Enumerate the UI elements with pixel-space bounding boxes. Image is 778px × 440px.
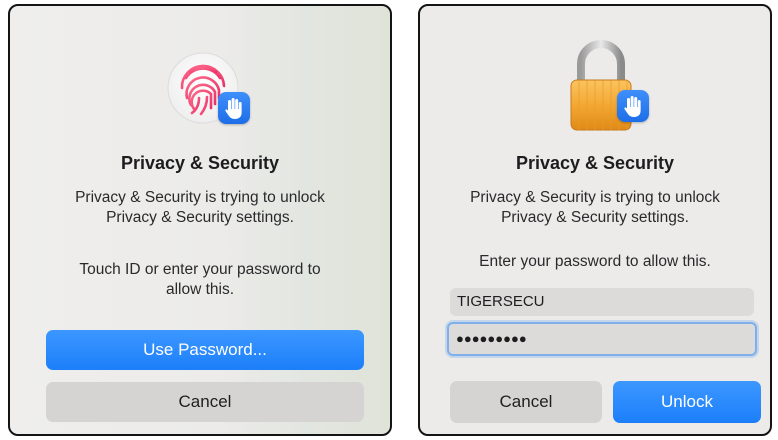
touch-id-dialog: Privacy & Security Privacy & Security is… <box>8 4 392 436</box>
username-field[interactable]: TIGERSECU <box>450 288 754 316</box>
message-line-1: Privacy & Security is trying to unlock <box>470 189 720 206</box>
dialog-title: Privacy & Security <box>515 153 675 173</box>
touch-id-prompt: Touch ID or enter your password to allow… <box>10 260 390 300</box>
password-field[interactable]: ●●●●●●●●● <box>447 322 757 356</box>
password-dialog: Privacy & Security Privacy & Security is… <box>418 4 772 436</box>
hand-badge-icon <box>617 90 649 122</box>
cancel-button[interactable]: Cancel <box>46 382 364 422</box>
dialog-message: Privacy & Security is trying to unlock P… <box>10 188 390 228</box>
hand-badge-icon <box>218 92 250 124</box>
dialog-message: Privacy & Security is trying to unlock P… <box>420 188 770 228</box>
prompt-line-2: allow this. <box>165 281 235 298</box>
cancel-button[interactable]: Cancel <box>450 381 602 423</box>
password-prompt: Enter your password to allow this. <box>479 253 711 270</box>
message-line-2: Privacy & Security settings. <box>501 209 689 226</box>
unlock-button[interactable]: Unlock <box>613 381 761 423</box>
prompt-line-1: Touch ID or enter your password to <box>79 261 321 278</box>
message-line-2: Privacy & Security settings. <box>106 209 294 226</box>
use-password-button[interactable]: Use Password... <box>46 330 364 370</box>
message-line-1: Privacy & Security is trying to unlock <box>75 189 325 206</box>
dialog-title: Privacy & Security <box>120 153 280 173</box>
